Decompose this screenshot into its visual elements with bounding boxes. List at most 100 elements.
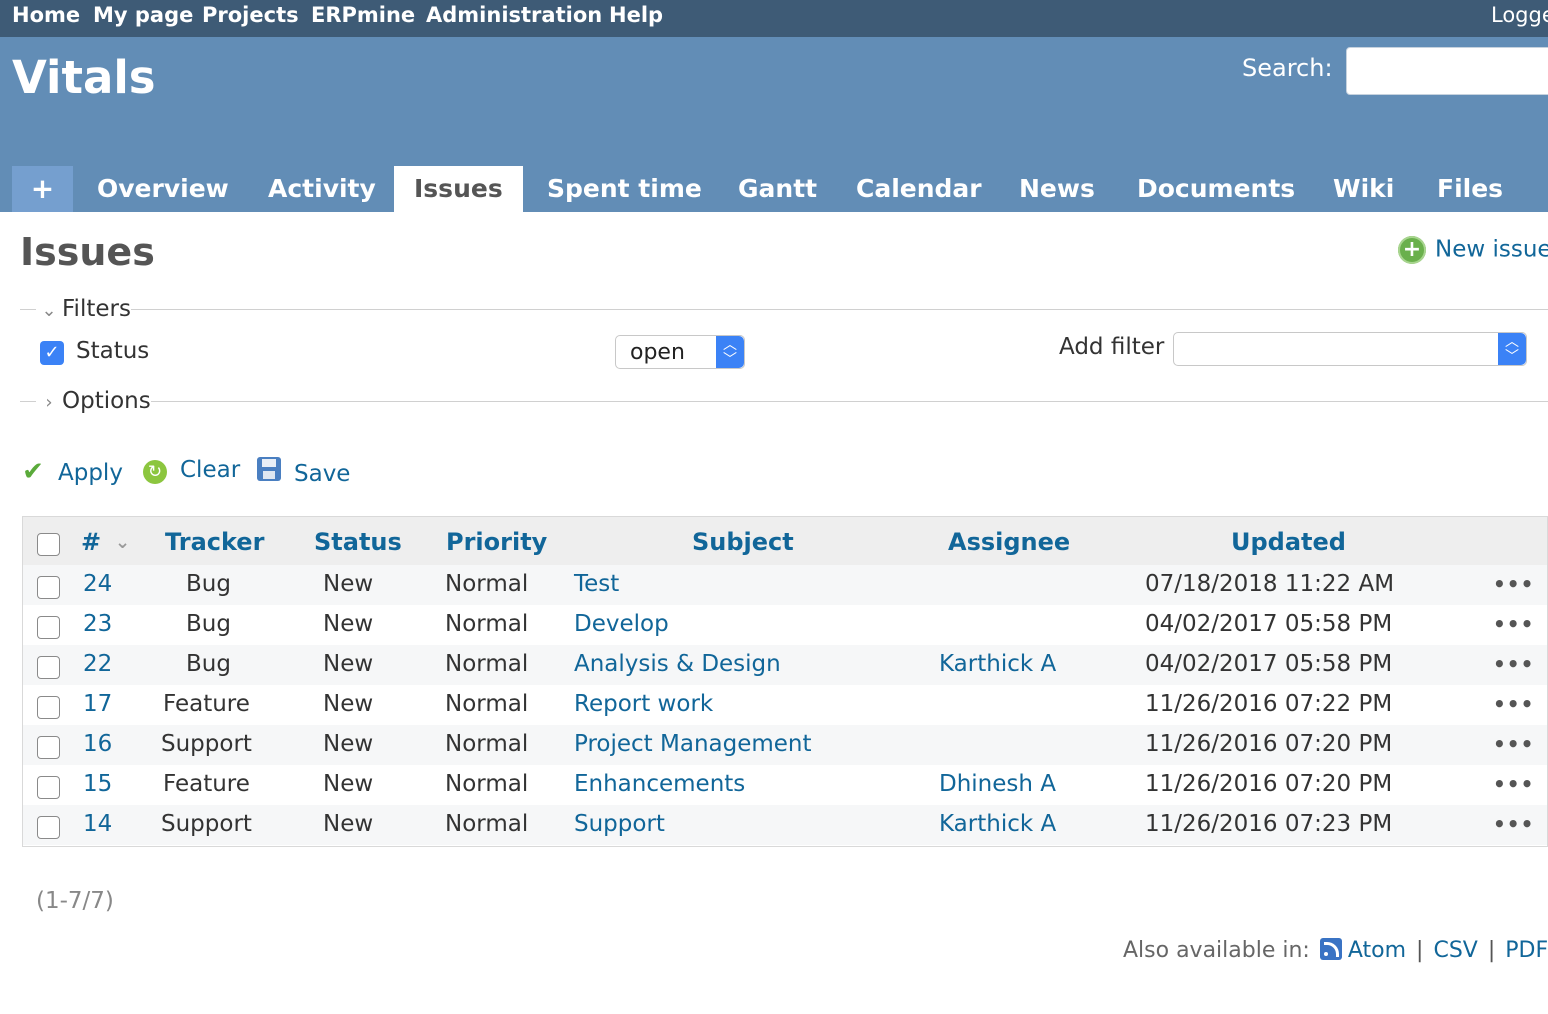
apply-button[interactable]: ✔ Apply: [20, 457, 123, 487]
more-options-icon[interactable]: •••: [1493, 732, 1534, 756]
sort-desc-icon: ⌄: [115, 532, 131, 553]
pagination-summary: (1-7/7): [36, 888, 114, 914]
separator: |: [1487, 938, 1496, 963]
apply-label: Apply: [58, 460, 123, 486]
issue-tracker: Bug: [186, 571, 231, 597]
top-menu-my-page[interactable]: My page: [93, 3, 193, 27]
issue-id-link[interactable]: 24: [83, 571, 112, 597]
issue-priority: Normal: [445, 651, 529, 677]
logged-in-as: Logge: [1491, 3, 1548, 27]
tab-news[interactable]: News: [1019, 166, 1095, 212]
filters-toggle[interactable]: ⌄ Filters: [36, 296, 131, 322]
column-priority[interactable]: Priority: [446, 528, 547, 556]
tab-overview[interactable]: Overview: [97, 166, 229, 212]
issue-id-link[interactable]: 22: [83, 651, 112, 677]
column-tracker[interactable]: Tracker: [165, 528, 264, 556]
new-issue-link[interactable]: + New issue: [1398, 236, 1548, 264]
issue-id-link[interactable]: 14: [83, 811, 112, 837]
row-checkbox[interactable]: [37, 576, 60, 599]
issue-id-link[interactable]: 23: [83, 611, 112, 637]
reload-icon: ↻: [143, 460, 167, 484]
issue-subject-link[interactable]: Support: [574, 811, 665, 837]
export-csv-link[interactable]: CSV: [1433, 938, 1477, 963]
more-options-icon[interactable]: •••: [1493, 692, 1534, 716]
top-menu-projects[interactable]: Projects: [202, 3, 299, 27]
issue-subject-link[interactable]: Test: [574, 571, 619, 597]
issue-subject-link[interactable]: Enhancements: [574, 771, 745, 797]
tab-wiki[interactable]: Wiki: [1333, 166, 1394, 212]
row-checkbox[interactable]: [37, 656, 60, 679]
issue-tracker: Feature: [163, 771, 250, 797]
more-options-icon[interactable]: •••: [1493, 572, 1534, 596]
issue-status: New: [323, 811, 374, 837]
table-row[interactable]: 24 Bug New Normal Test 07/18/2018 11:22 …: [23, 565, 1547, 605]
filters-legend: Filters: [62, 296, 131, 322]
top-menu-home[interactable]: Home: [12, 3, 80, 27]
also-available-label: Also available in:: [1123, 938, 1310, 963]
search-input[interactable]: [1346, 47, 1548, 95]
more-options-icon[interactable]: •••: [1493, 652, 1534, 676]
issue-subject-link[interactable]: Report work: [574, 691, 713, 717]
issue-assignee-link[interactable]: Karthick A: [939, 651, 1056, 677]
column-assignee[interactable]: Assignee: [948, 528, 1070, 556]
more-options-icon[interactable]: •••: [1493, 612, 1534, 636]
row-checkbox[interactable]: [37, 696, 60, 719]
issue-priority: Normal: [445, 571, 529, 597]
status-operator-select[interactable]: open ︿ ﹀: [615, 335, 745, 369]
column-subject[interactable]: Subject: [692, 528, 794, 556]
export-pdf-link[interactable]: PDF: [1505, 938, 1548, 963]
tab-gantt[interactable]: Gantt: [738, 166, 817, 212]
issues-table: # ⌄ Tracker Status Priority Subject Assi…: [22, 516, 1548, 847]
tab-new-object[interactable]: +: [12, 166, 73, 212]
tab-issues[interactable]: Issues: [394, 166, 523, 212]
table-row[interactable]: 17 Feature New Normal Report work 11/26/…: [23, 685, 1547, 725]
issue-assignee-link[interactable]: Karthick A: [939, 811, 1056, 837]
project-title: Vitals: [12, 51, 156, 104]
issue-id-link[interactable]: 15: [83, 771, 112, 797]
top-menu-erpmine[interactable]: ERPmine: [311, 3, 415, 27]
select-all-checkbox[interactable]: [37, 533, 60, 556]
tab-documents[interactable]: Documents: [1137, 166, 1295, 212]
issue-updated: 11/26/2016 07:23 PM: [1145, 811, 1393, 837]
clear-button[interactable]: ↻ Clear: [142, 457, 240, 484]
options-legend: Options: [62, 388, 151, 414]
issue-updated: 04/02/2017 05:58 PM: [1145, 651, 1393, 677]
options-toggle[interactable]: › Options: [36, 388, 151, 414]
tab-activity[interactable]: Activity: [268, 166, 376, 212]
issue-subject-link[interactable]: Develop: [574, 611, 669, 637]
row-checkbox[interactable]: [37, 776, 60, 799]
more-options-icon[interactable]: •••: [1493, 812, 1534, 836]
add-filter-label: Add filter: [1059, 334, 1165, 360]
top-menu-help[interactable]: Help: [609, 3, 663, 27]
table-row[interactable]: 23 Bug New Normal Develop 04/02/2017 05:…: [23, 605, 1547, 645]
tab-calendar[interactable]: Calendar: [856, 166, 982, 212]
issue-id-link[interactable]: 17: [83, 691, 112, 717]
issue-assignee-link[interactable]: Dhinesh A: [939, 771, 1056, 797]
issue-tracker: Bug: [186, 611, 231, 637]
top-menu-administration[interactable]: Administration: [426, 3, 602, 27]
export-atom-link[interactable]: Atom: [1348, 938, 1406, 963]
table-row[interactable]: 16 Support New Normal Project Management…: [23, 725, 1547, 765]
table-row[interactable]: 22 Bug New Normal Analysis & Design Kart…: [23, 645, 1547, 685]
table-row[interactable]: 14 Support New Normal Support Karthick A…: [23, 805, 1547, 845]
issue-updated: 07/18/2018 11:22 AM: [1145, 571, 1395, 597]
table-row[interactable]: 15 Feature New Normal Enhancements Dhine…: [23, 765, 1547, 805]
tab-files[interactable]: Files: [1437, 166, 1503, 212]
row-checkbox[interactable]: [37, 616, 60, 639]
issue-id-link[interactable]: 16: [83, 731, 112, 757]
add-filter-select[interactable]: ︿ ﹀: [1173, 332, 1527, 366]
row-checkbox[interactable]: [37, 816, 60, 839]
issue-subject-link[interactable]: Analysis & Design: [574, 651, 781, 677]
more-options-icon[interactable]: •••: [1493, 772, 1534, 796]
column-id[interactable]: #: [81, 528, 101, 556]
row-checkbox[interactable]: [37, 736, 60, 759]
status-filter-label: Status: [76, 338, 150, 364]
issue-tracker: Feature: [163, 691, 250, 717]
column-status[interactable]: Status: [314, 528, 402, 556]
save-button[interactable]: Save: [256, 457, 350, 487]
status-filter-checkbox[interactable]: ✓: [40, 341, 64, 365]
issue-subject-link[interactable]: Project Management: [574, 731, 812, 757]
tab-spent-time[interactable]: Spent time: [547, 166, 702, 212]
column-updated[interactable]: Updated: [1231, 528, 1346, 556]
chevron-right-icon: ›: [45, 392, 53, 413]
